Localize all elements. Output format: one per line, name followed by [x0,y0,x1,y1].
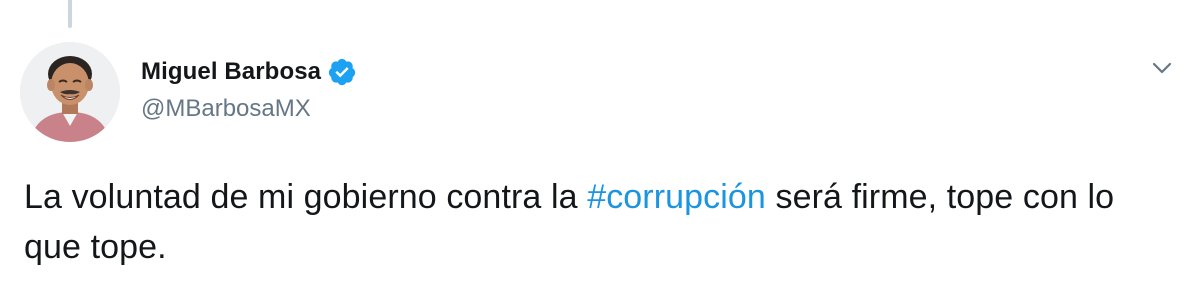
verified-badge-icon [327,57,357,87]
user-handle[interactable]: @MBarbosaMX [141,95,357,123]
avatar[interactable] [20,42,120,142]
tweet-text: La voluntad de mi gobierno contra la #co… [24,172,1174,272]
hashtag-link[interactable]: #corrupción [587,178,766,216]
display-name[interactable]: Miguel Barbosa [141,58,321,86]
thread-connector-line [68,0,72,28]
name-row: Miguel Barbosa [141,55,357,89]
chevron-down-icon[interactable] [1148,54,1176,82]
avatar-image [20,42,120,142]
user-info: Miguel Barbosa @MBarbosaMX [141,55,357,123]
tweet-text-part: La voluntad de mi gobierno contra la [24,178,588,216]
